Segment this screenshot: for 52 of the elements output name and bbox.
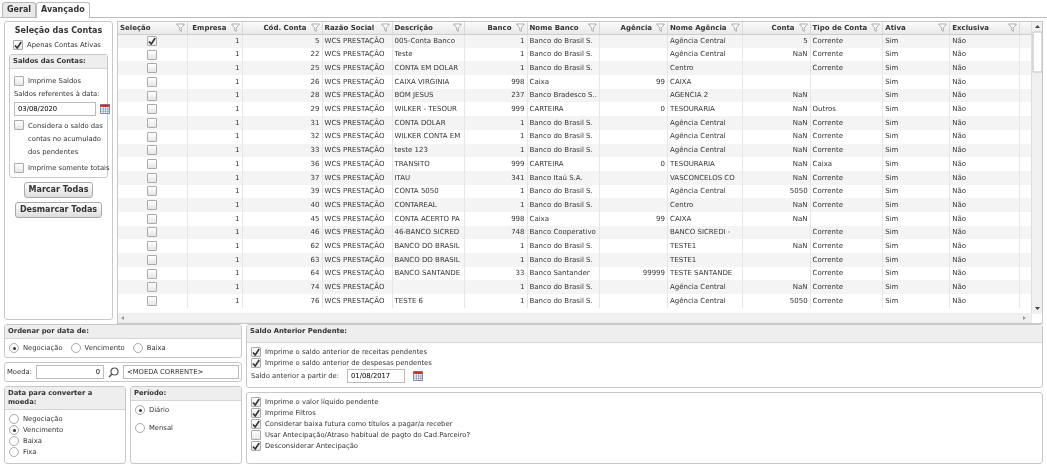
checkbox[interactable] bbox=[14, 162, 24, 173]
checkbox[interactable] bbox=[147, 159, 158, 170]
checkbox[interactable] bbox=[251, 408, 261, 418]
checkbox[interactable] bbox=[251, 347, 261, 357]
radio-button[interactable] bbox=[135, 405, 145, 415]
checkbox[interactable] bbox=[147, 200, 158, 211]
checkbox[interactable] bbox=[147, 90, 158, 101]
checkbox[interactable] bbox=[147, 76, 158, 87]
scrollbar[interactable] bbox=[118, 313, 1032, 323]
tab[interactable]: Geral bbox=[2, 2, 37, 17]
checkbox[interactable] bbox=[14, 75, 24, 86]
checkbox[interactable] bbox=[147, 254, 158, 265]
action-button[interactable]: Marcar Todas bbox=[23, 181, 94, 198]
checkbox[interactable] bbox=[147, 227, 158, 238]
checkbox[interactable] bbox=[147, 145, 158, 156]
panel-title: Seleção das Contas bbox=[13, 25, 104, 36]
checkbox[interactable] bbox=[147, 295, 158, 306]
checkbox[interactable] bbox=[147, 49, 158, 60]
checkbox[interactable] bbox=[147, 117, 158, 128]
search-icon[interactable] bbox=[108, 366, 119, 378]
checkbox[interactable] bbox=[251, 419, 261, 429]
checkbox[interactable] bbox=[13, 39, 23, 50]
checkbox[interactable] bbox=[147, 131, 158, 142]
filter-icon[interactable] bbox=[656, 23, 665, 33]
radio-button[interactable] bbox=[70, 343, 81, 353]
tab[interactable]: Avançado bbox=[36, 2, 90, 18]
checkbox[interactable] bbox=[147, 63, 158, 74]
radio-button[interactable] bbox=[9, 343, 19, 353]
scrollbar[interactable] bbox=[1031, 22, 1042, 314]
checkbox[interactable] bbox=[147, 104, 158, 115]
radio-button[interactable] bbox=[135, 423, 145, 433]
checkbox[interactable] bbox=[251, 441, 261, 451]
checkbox[interactable] bbox=[147, 213, 158, 224]
radio-button[interactable] bbox=[9, 414, 19, 424]
checkbox[interactable] bbox=[14, 119, 24, 130]
checkbox[interactable] bbox=[147, 186, 158, 197]
checkbox[interactable] bbox=[251, 397, 261, 407]
action-button[interactable]: Desmarcar Todas bbox=[14, 201, 103, 218]
checkbox[interactable] bbox=[147, 282, 158, 293]
checkbox[interactable] bbox=[147, 241, 158, 252]
checkbox[interactable] bbox=[251, 358, 261, 368]
radio-button[interactable] bbox=[9, 425, 19, 435]
radio-button[interactable] bbox=[132, 343, 143, 353]
checkbox[interactable] bbox=[147, 268, 158, 279]
checkbox[interactable] bbox=[251, 430, 261, 440]
checkbox[interactable] bbox=[147, 36, 158, 47]
checkbox[interactable] bbox=[147, 172, 158, 183]
calendar-icon[interactable] bbox=[413, 371, 423, 381]
radio-button[interactable] bbox=[9, 447, 19, 457]
radio-button[interactable] bbox=[9, 436, 19, 446]
calendar-icon[interactable] bbox=[100, 103, 110, 114]
filter-icon[interactable] bbox=[588, 23, 597, 33]
